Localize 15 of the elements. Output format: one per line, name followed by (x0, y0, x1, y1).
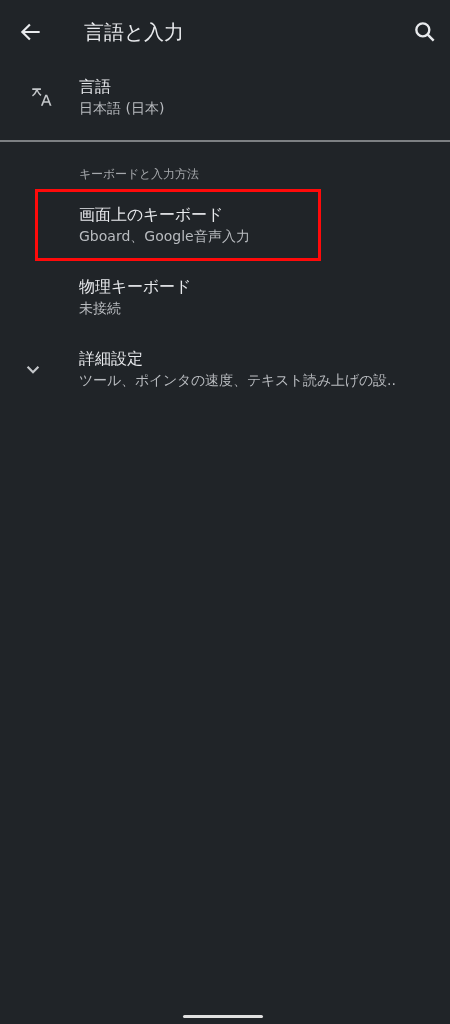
settings-item[interactable]: 詳細設定 ツール、ポインタの速度、テキスト読み上げの設.. (0, 336, 450, 402)
navigation-handle[interactable] (183, 1015, 263, 1018)
screen-title: 言語と入力 (84, 18, 185, 46)
item-title: 画面上のキーボード (79, 204, 224, 226)
item-summary: ツール、ポインタの速度、テキスト読み上げの設.. (79, 371, 396, 390)
item-title: 物理キーボード (79, 276, 191, 298)
settings-item[interactable]: 言語 日本語 (日本) (0, 64, 450, 130)
item-summary: 未接続 (79, 299, 122, 318)
settings-item[interactable]: 物理キーボード 未接続 (0, 264, 450, 330)
item-title: 詳細設定 (79, 348, 144, 370)
highlight-frame[interactable]: 画面上のキーボード Gboard、Google音声入力 (38, 192, 318, 258)
item-summary: Gboard、Google音声入力 (79, 227, 250, 246)
item-summary: 日本語 (日本) (79, 99, 165, 118)
item-title: 言語 (79, 76, 112, 98)
section-header: キーボードと入力方法 (78, 166, 200, 183)
